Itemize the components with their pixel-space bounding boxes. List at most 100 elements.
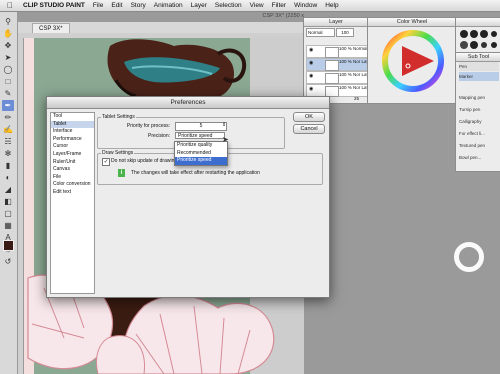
- eye-icon[interactable]: ◉: [309, 74, 313, 79]
- hand-icon[interactable]: ✋: [2, 28, 14, 39]
- menu-file[interactable]: File: [89, 2, 107, 9]
- loading-ring-icon: [454, 242, 484, 272]
- layer-name: 100 % Nor Layer 34: [339, 85, 367, 90]
- dropdown-option[interactable]: Recommended: [175, 150, 227, 158]
- priority-label: Priority for process:: [126, 123, 170, 129]
- selection-icon[interactable]: □: [2, 76, 14, 87]
- subtool-panel: Sub Tool Pen Marker Mapping pen Turnip p…: [455, 52, 500, 172]
- layer-row[interactable]: ◉ 100 % Normal Folder 2: [306, 45, 368, 58]
- precision-select[interactable]: Prioritize speed: [175, 132, 225, 139]
- menu-selection[interactable]: Selection: [211, 2, 246, 9]
- menu-bar:  CLIP STUDIO PAINT File Edit Story Anim…: [0, 0, 500, 12]
- menu-view[interactable]: View: [246, 2, 268, 9]
- menu-app[interactable]: CLIP STUDIO PAINT: [19, 2, 89, 9]
- figure-icon[interactable]: ▢: [2, 208, 14, 219]
- skip-update-checkbox[interactable]: ✓: [102, 158, 110, 166]
- subtool-item[interactable]: Calligraphy: [459, 117, 499, 126]
- frame-icon[interactable]: ▦: [2, 220, 14, 231]
- zoom-icon[interactable]: ⚲: [2, 16, 14, 27]
- menu-help[interactable]: Help: [321, 2, 342, 9]
- layer-thumbnail: [325, 73, 339, 84]
- brush-panel-header: [456, 18, 500, 27]
- category-item-color-conversion[interactable]: Color conversion: [51, 181, 94, 189]
- subtool-title: Sub Tool: [456, 53, 500, 62]
- cursor-icon: ➤: [222, 135, 229, 144]
- color-wheel-title: Color Wheel: [368, 18, 456, 27]
- blend-icon[interactable]: ◐: [2, 172, 14, 183]
- precision-dropdown: Prioritize quality Recommended Prioritiz…: [174, 141, 228, 166]
- draw-settings-label: Draw Settings: [101, 150, 135, 156]
- layer-name: 100 % Nor Layer 37: [339, 59, 367, 64]
- category-item-tool[interactable]: Tool: [51, 113, 94, 121]
- layer-name: 100 % Nor Layer 36: [339, 72, 367, 77]
- eye-icon[interactable]: ◉: [309, 48, 313, 53]
- subtool-item[interactable]: Bowl pen...: [459, 153, 499, 162]
- subtool-item[interactable]: For effect li...: [459, 129, 499, 138]
- category-list: Tool Tablet Interface Performance Cursor…: [50, 112, 95, 294]
- eraser-icon[interactable]: ▮: [2, 160, 14, 171]
- layer-thumbnail: [325, 47, 339, 58]
- dropdown-option-selected[interactable]: Prioritize speed: [175, 157, 227, 165]
- menu-edit[interactable]: Edit: [107, 2, 126, 9]
- info-icon: i: [118, 169, 125, 177]
- dropdown-option[interactable]: Prioritize quality: [175, 142, 227, 150]
- pen-icon[interactable]: ✒: [2, 100, 14, 111]
- skip-update-label: Do not skip update of drawing: [111, 158, 178, 164]
- blend-mode-select[interactable]: Normal: [306, 28, 335, 37]
- opacity-field[interactable]: 100: [336, 28, 354, 37]
- menu-story[interactable]: Story: [127, 2, 150, 9]
- layer-footer-value: 25: [354, 96, 360, 101]
- menu-layer[interactable]: Layer: [187, 2, 211, 9]
- eye-icon[interactable]: ◉: [309, 87, 313, 92]
- restart-info-text: The changes will take effect after resta…: [131, 170, 260, 176]
- category-item-performance[interactable]: Performance: [51, 136, 94, 144]
- subtool-item-marker[interactable]: Marker: [459, 72, 499, 81]
- correct-line-icon[interactable]: ↺: [2, 256, 14, 267]
- move-icon[interactable]: ✥: [2, 40, 14, 51]
- layer-row[interactable]: ◉ 100 % Nor Layer 36: [306, 71, 368, 84]
- category-item-canvas[interactable]: Canvas: [51, 166, 94, 174]
- subtool-item[interactable]: Turnip pen: [459, 105, 499, 114]
- tablet-settings-label: Tablet Settings: [101, 114, 136, 120]
- menu-animation[interactable]: Animation: [150, 2, 187, 9]
- category-item-file[interactable]: File: [51, 174, 94, 182]
- layer-thumbnail: [325, 60, 339, 71]
- category-item-edit-text[interactable]: Edit text: [51, 189, 94, 197]
- apple-menu-icon[interactable]: : [0, 1, 19, 10]
- document-window-title: CSP 3X* (2250 x: [262, 13, 304, 19]
- fill-icon[interactable]: ◢: [2, 184, 14, 195]
- color-wheel[interactable]: [382, 30, 444, 92]
- ok-button[interactable]: OK: [293, 112, 325, 122]
- category-item-cursor[interactable]: Cursor: [51, 143, 94, 151]
- main-color-swatch[interactable]: [3, 240, 14, 251]
- precision-label: Precision:: [148, 133, 170, 139]
- operation-icon[interactable]: ➤: [2, 52, 14, 63]
- category-item-tablet[interactable]: Tablet: [51, 120, 94, 129]
- gradient-icon[interactable]: ◧: [2, 196, 14, 207]
- preferences-dialog: Preferences Tool Tablet Interface Perfor…: [46, 96, 330, 298]
- category-item-interface[interactable]: Interface: [51, 128, 94, 136]
- menu-window[interactable]: Window: [290, 2, 321, 9]
- dialog-title: Preferences: [47, 97, 329, 109]
- pencil-icon[interactable]: ✏: [2, 112, 14, 123]
- subtool-item[interactable]: Textured pen: [459, 141, 499, 150]
- layer-panel: Layer Normal 100 ◉ 100 % Normal Folder 2…: [303, 17, 369, 104]
- color-wheel-panel: Color Wheel: [367, 17, 457, 104]
- stepper-icon[interactable]: ⇕: [222, 122, 226, 128]
- subtool-item[interactable]: Mapping pen: [459, 93, 499, 102]
- layer-row[interactable]: ◉ 100 % Nor Layer 37: [306, 58, 368, 71]
- eye-icon[interactable]: ◉: [309, 61, 313, 66]
- category-item-layer-frame[interactable]: Layer/Frame: [51, 151, 94, 159]
- decoration-icon[interactable]: ✻: [2, 148, 14, 159]
- layer-panel-title: Layer: [304, 18, 368, 27]
- subtool-group[interactable]: Pen: [459, 62, 499, 71]
- eyedropper-icon[interactable]: ✎: [2, 88, 14, 99]
- brush-icon[interactable]: ✍: [2, 124, 14, 135]
- tool-palette: ⚲ ✋ ✥ ➤ ◯ □ ✎ ✒ ✏ ✍ ☵ ✻ ▮ ◐ ◢ ◧ ▢ ▦ A ☼ …: [0, 12, 18, 374]
- menu-filter[interactable]: Filter: [268, 2, 290, 9]
- airbrush-icon[interactable]: ☵: [2, 136, 14, 147]
- lasso-icon[interactable]: ◯: [2, 64, 14, 75]
- category-item-ruler-unit[interactable]: Ruler/Unit: [51, 159, 94, 167]
- cancel-button[interactable]: Cancel: [293, 124, 325, 134]
- priority-field[interactable]: 5: [175, 122, 227, 131]
